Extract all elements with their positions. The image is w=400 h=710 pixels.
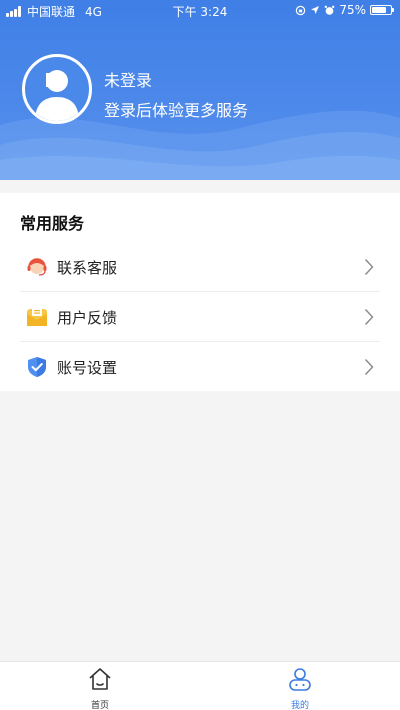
login-status[interactable]: 未登录	[104, 67, 152, 91]
tab-home[interactable]: 首页	[70, 666, 130, 710]
service-item-label: 用户反馈	[57, 308, 118, 327]
login-prompt[interactable]: 登录后体验更多服务	[104, 97, 248, 121]
location-arrow-icon	[311, 6, 320, 14]
customer-service-icon	[25, 255, 49, 279]
profile-icon	[289, 668, 311, 691]
service-item-label: 账号设置	[57, 358, 118, 377]
tab-label: 我的	[290, 701, 309, 710]
alarm-icon	[324, 5, 335, 15]
service-item-feedback[interactable]: 用户反馈	[20, 292, 380, 342]
battery-icon	[370, 5, 394, 15]
tab-profile[interactable]: 我的	[270, 666, 330, 710]
tab-label: 首页	[90, 701, 109, 710]
rotation-lock-icon	[296, 5, 306, 15]
home-icon	[89, 668, 111, 690]
chevron-right-icon	[364, 309, 374, 325]
account-shield-icon	[25, 355, 49, 379]
service-item-account-settings[interactable]: 账号设置	[20, 342, 380, 392]
service-item-customer-service[interactable]: 联系客服	[20, 242, 380, 292]
default-avatar-icon	[35, 70, 79, 121]
service-item-label: 联系客服	[57, 258, 118, 277]
chevron-right-icon	[364, 259, 374, 275]
feedback-mail-icon	[25, 305, 49, 329]
bottom-tab-bar: 首页 我的	[0, 661, 400, 710]
section-title: 常用服务	[20, 214, 85, 233]
status-bar: 中国联通 4G 下午 3:24 75%	[0, 0, 400, 22]
battery-percent: 75%	[339, 3, 366, 17]
common-services-section: 常用服务 联系客服 用户反馈 账号设置	[0, 193, 400, 391]
avatar[interactable]	[22, 54, 92, 124]
profile-header: 中国联通 4G 下午 3:24 75% 未登录 登录后体验更多服务	[0, 0, 400, 180]
chevron-right-icon	[364, 359, 374, 375]
